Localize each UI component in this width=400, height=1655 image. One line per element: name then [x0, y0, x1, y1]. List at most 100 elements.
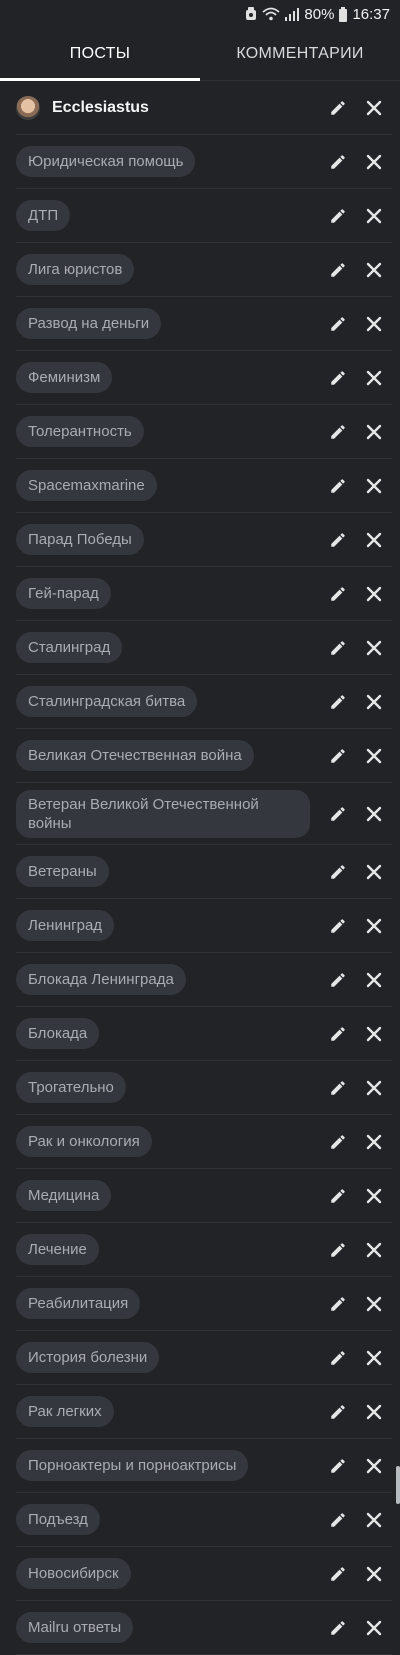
tag-chip[interactable]: Медицина [16, 1180, 112, 1211]
user-info[interactable]: Ecclesiastus [16, 95, 320, 120]
remove-button[interactable] [356, 198, 392, 234]
tag-chip-container: Реабилитация [16, 1288, 320, 1319]
tag-chip[interactable]: Подъезд [16, 1504, 100, 1535]
tag-chip[interactable]: Порноактеры и порноактрисы [16, 1450, 249, 1481]
remove-button[interactable] [356, 796, 392, 832]
tag-chip[interactable]: Рак и онкология [16, 1126, 152, 1157]
edit-button[interactable] [320, 1448, 356, 1484]
remove-button[interactable] [356, 962, 392, 998]
remove-button[interactable] [356, 360, 392, 396]
tag-chip[interactable]: Блокада [16, 1018, 100, 1049]
edit-button[interactable] [320, 684, 356, 720]
tag-chip[interactable]: Гей-парад [16, 578, 111, 609]
tag-chip[interactable]: История болезни [16, 1342, 160, 1373]
edit-button[interactable] [320, 1232, 356, 1268]
remove-button[interactable] [356, 1016, 392, 1052]
remove-button[interactable] [356, 1394, 392, 1430]
tag-chip[interactable]: Mailru ответы [16, 1612, 134, 1643]
remove-button[interactable] [356, 908, 392, 944]
edit-button[interactable] [320, 576, 356, 612]
edit-button[interactable] [320, 1178, 356, 1214]
tag-chip[interactable]: Трогательно [16, 1072, 126, 1103]
edit-button[interactable] [320, 414, 356, 450]
remove-button[interactable] [356, 854, 392, 890]
remove-button[interactable] [356, 522, 392, 558]
close-icon [366, 154, 382, 169]
edit-button[interactable] [320, 1016, 356, 1052]
remove-button[interactable] [356, 1286, 392, 1322]
tag-chip[interactable]: Лига юристов [16, 254, 135, 285]
edit-button[interactable] [320, 1610, 356, 1646]
remove-button[interactable] [356, 1340, 392, 1376]
scrollbar-thumb[interactable] [396, 1466, 400, 1504]
close-icon [366, 100, 382, 115]
edit-button[interactable] [320, 1070, 356, 1106]
tag-chip[interactable]: Развод на деньги [16, 308, 162, 339]
remove-button[interactable] [356, 1448, 392, 1484]
edit-button[interactable] [320, 252, 356, 288]
edit-button[interactable] [320, 1286, 356, 1322]
tag-chip[interactable]: Парад Победы [16, 524, 144, 555]
status-bar: 80% 16:37 [0, 0, 400, 28]
tag-chip[interactable]: Ленинград [16, 910, 115, 941]
tag-chip[interactable]: Новосибирск [16, 1558, 131, 1589]
edit-button[interactable] [320, 1394, 356, 1430]
tab-posts[interactable]: ПОСТЫ [0, 28, 200, 80]
edit-button[interactable] [320, 1124, 356, 1160]
remove-button[interactable] [356, 1232, 392, 1268]
tag-chip[interactable]: Великая Отечественная война [16, 740, 254, 771]
close-icon [366, 1188, 382, 1203]
remove-button[interactable] [356, 630, 392, 666]
remove-button[interactable] [356, 1178, 392, 1214]
edit-button[interactable] [320, 468, 356, 504]
pencil-icon [331, 316, 345, 331]
remove-button[interactable] [356, 684, 392, 720]
edit-button[interactable] [320, 198, 356, 234]
remove-button[interactable] [356, 252, 392, 288]
remove-button[interactable] [356, 1610, 392, 1646]
remove-button[interactable] [356, 306, 392, 342]
remove-button[interactable] [356, 576, 392, 612]
tag-chip[interactable]: Spacemaxmarine [16, 470, 157, 501]
edit-button[interactable] [320, 306, 356, 342]
tag-chip[interactable]: Сталинградская битва [16, 686, 198, 717]
tag-chip[interactable]: Рак легких [16, 1396, 114, 1427]
tag-chip[interactable]: Юридическая помощь [16, 146, 196, 177]
remove-button[interactable] [356, 468, 392, 504]
edit-button[interactable] [320, 1556, 356, 1592]
user-row: Ecclesiastus [16, 81, 392, 135]
tag-chip[interactable]: Толерантность [16, 416, 144, 447]
tag-chip[interactable]: Лечение [16, 1234, 99, 1265]
edit-button[interactable] [320, 630, 356, 666]
remove-button[interactable] [356, 1556, 392, 1592]
tag-chip[interactable]: Ветераны [16, 856, 109, 887]
edit-button[interactable] [320, 360, 356, 396]
edit-button[interactable] [320, 1502, 356, 1538]
edit-button[interactable] [320, 796, 356, 832]
edit-button[interactable] [320, 90, 356, 126]
edit-button[interactable] [320, 962, 356, 998]
remove-button[interactable] [356, 1502, 392, 1538]
avatar [16, 95, 40, 120]
edit-button[interactable] [320, 738, 356, 774]
edit-button[interactable] [320, 1340, 356, 1376]
close-icon [366, 208, 382, 223]
remove-button[interactable] [356, 144, 392, 180]
tag-chip[interactable]: Блокада Ленинграда [16, 964, 186, 995]
edit-button[interactable] [320, 144, 356, 180]
tag-chip-container: Юридическая помощь [16, 146, 320, 177]
tag-chip[interactable]: Ветеран Великой Отечественной войны [16, 789, 310, 838]
tag-chip[interactable]: Сталинград [16, 632, 123, 663]
remove-button[interactable] [356, 738, 392, 774]
tag-chip[interactable]: Реабилитация [16, 1288, 141, 1319]
tag-chip[interactable]: ДТП [16, 200, 71, 231]
remove-button[interactable] [356, 414, 392, 450]
remove-button[interactable] [356, 90, 392, 126]
remove-button[interactable] [356, 1124, 392, 1160]
edit-button[interactable] [320, 908, 356, 944]
tag-chip[interactable]: Феминизм [16, 362, 113, 393]
remove-button[interactable] [356, 1070, 392, 1106]
tab-comments[interactable]: КОММЕНТАРИИ [200, 28, 400, 80]
edit-button[interactable] [320, 522, 356, 558]
edit-button[interactable] [320, 854, 356, 890]
